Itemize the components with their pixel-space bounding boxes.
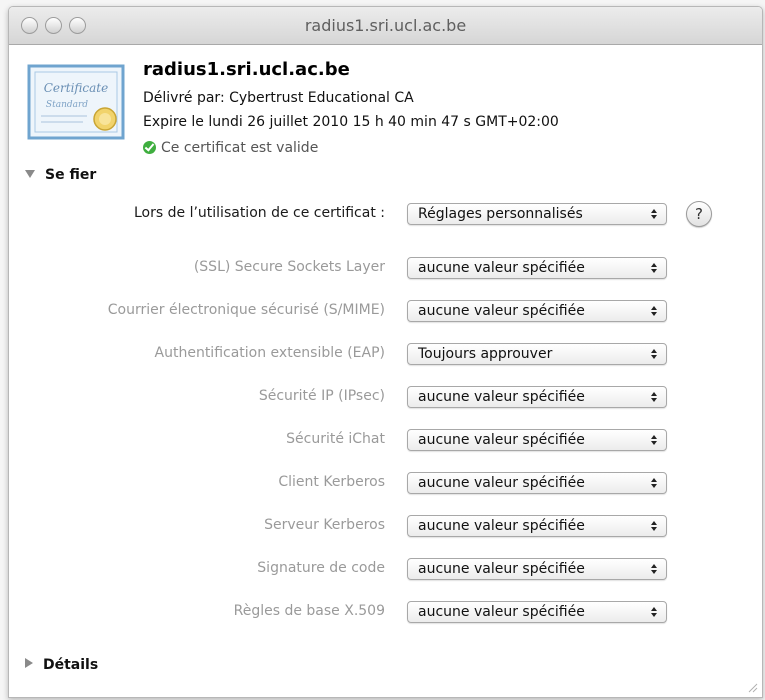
trust-row-popup[interactable]: aucune valeur spécifiée: [407, 601, 667, 623]
trust-section-toggle[interactable]: Se fier: [25, 167, 96, 183]
main-trust-popup[interactable]: Réglages personnalisés: [407, 203, 667, 225]
main-trust-label: Lors de l’utilisation de ce certificat :: [134, 205, 385, 221]
trust-row-popup[interactable]: aucune valeur spécifiée: [407, 472, 667, 494]
updown-arrows-icon: [644, 258, 666, 278]
updown-arrows-icon: [644, 559, 666, 579]
updown-arrows-icon: [644, 473, 666, 493]
trust-row-label: Règles de base X.509: [233, 603, 385, 619]
updown-arrows-icon: [644, 344, 666, 364]
window-title: radius1.sri.ucl.ac.be: [304, 16, 467, 35]
issuer-text: Délivré par: Cybertrust Educational CA: [143, 90, 414, 106]
trust-row-label: Signature de code: [257, 560, 385, 576]
certificate-icon: Certificate Standard: [27, 64, 125, 140]
trust-row-label: Courrier électronique sécurisé (S/MIME): [107, 302, 385, 318]
trust-row-popup[interactable]: aucune valeur spécifiée: [407, 386, 667, 408]
resize-grip-icon[interactable]: [746, 681, 758, 693]
trust-row-label: Client Kerberos: [278, 474, 385, 490]
title-bar[interactable]: radius1.sri.ucl.ac.be: [9, 7, 762, 45]
trust-row-label: Sécurité iChat: [286, 431, 385, 447]
trust-row-popup[interactable]: aucune valeur spécifiée: [407, 558, 667, 580]
trust-row-label: Authentification extensible (EAP): [154, 345, 385, 361]
updown-arrows-icon: [644, 516, 666, 536]
help-button[interactable]: ?: [686, 201, 712, 227]
trust-row-value: aucune valeur spécifiée: [418, 475, 585, 491]
certificate-icon-text-top: Certificate: [44, 81, 108, 95]
certificate-icon-text-bottom: Standard: [46, 100, 88, 110]
disclosure-right-icon: [25, 658, 33, 668]
trust-row-value: aucune valeur spécifiée: [418, 561, 585, 577]
trust-row-value: aucune valeur spécifiée: [418, 303, 585, 319]
trust-row-popup[interactable]: aucune valeur spécifiée: [407, 515, 667, 537]
trust-row-popup[interactable]: aucune valeur spécifiée: [407, 257, 667, 279]
trust-row-popup[interactable]: aucune valeur spécifiée: [407, 300, 667, 322]
main-trust-value: Réglages personnalisés: [418, 206, 583, 222]
trust-row-value: aucune valeur spécifiée: [418, 432, 585, 448]
trust-row-value: aucune valeur spécifiée: [418, 604, 585, 620]
trust-row-value: Toujours approuver: [418, 346, 553, 362]
trust-row-label: Serveur Kerberos: [264, 517, 385, 533]
validity-status: Ce certificat est valide: [143, 140, 318, 156]
trust-row-value: aucune valeur spécifiée: [418, 389, 585, 405]
details-section-toggle[interactable]: Détails: [25, 657, 98, 673]
trust-row-value: aucune valeur spécifiée: [418, 518, 585, 534]
updown-arrows-icon: [644, 602, 666, 622]
trust-row-popup[interactable]: aucune valeur spécifiée: [407, 429, 667, 451]
validity-text: Ce certificat est valide: [161, 140, 319, 156]
certificate-name: radius1.sri.ucl.ac.be: [143, 59, 350, 80]
trust-row-popup[interactable]: Toujours approuver: [407, 343, 667, 365]
trust-row-label: Sécurité IP (IPsec): [258, 388, 385, 404]
check-icon: [143, 141, 156, 154]
updown-arrows-icon: [644, 430, 666, 450]
disclosure-down-icon: [25, 170, 35, 178]
updown-arrows-icon: [644, 301, 666, 321]
updown-arrows-icon: [644, 387, 666, 407]
trust-row-value: aucune valeur spécifiée: [418, 260, 585, 276]
trust-section-label: Se fier: [45, 167, 97, 183]
updown-arrows-icon: [644, 204, 666, 224]
certificate-window: radius1.sri.ucl.ac.be Certificate Standa…: [8, 6, 763, 698]
details-section-label: Détails: [43, 657, 99, 673]
trust-row-label: (SSL) Secure Sockets Layer: [193, 259, 385, 275]
expiry-text: Expire le lundi 26 juillet 2010 15 h 40 …: [143, 114, 559, 130]
